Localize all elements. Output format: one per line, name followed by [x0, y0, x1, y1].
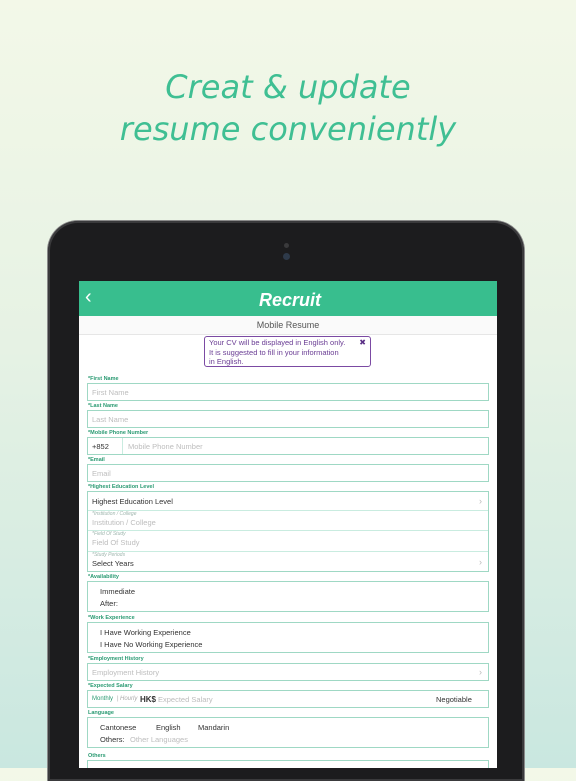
- education-group: Highest Education Level › *Institution /…: [87, 491, 489, 572]
- education-level-value[interactable]: Highest Education Level: [92, 497, 173, 506]
- phone-placeholder: Mobile Phone Number: [128, 442, 203, 451]
- headline: Creat & update resume conveniently: [0, 66, 576, 150]
- availability-group: Immediate After:: [87, 581, 489, 612]
- salary-monthly-option[interactable]: Monthly: [92, 696, 113, 702]
- first-name-placeholder: First Name: [92, 388, 129, 397]
- phone-divider: [122, 438, 123, 454]
- recruit-logo: Recruit: [259, 290, 322, 310]
- english-notice: Your CV will be displayed in English onl…: [204, 336, 371, 367]
- email-field[interactable]: Email: [87, 464, 489, 482]
- email-label: *Email: [88, 457, 105, 463]
- field-of-study-label: *Field Of Study: [92, 531, 126, 537]
- employment-history-label: *Employment History: [88, 656, 144, 662]
- camera-lens: [283, 253, 290, 260]
- expected-salary-field[interactable]: Monthly | Hourly HK$ Expected Salary Neg…: [87, 690, 489, 708]
- salary-currency: HK$: [140, 695, 157, 704]
- others-field[interactable]: [87, 760, 489, 768]
- work-experience-label: *Work Experience: [88, 615, 135, 621]
- study-period-label: *Study Periods: [92, 552, 126, 558]
- salary-hourly-option[interactable]: Hourly: [120, 696, 137, 702]
- close-icon[interactable]: ✖: [359, 338, 366, 348]
- salary-separator: |: [117, 696, 119, 702]
- phone-field[interactable]: +852 Mobile Phone Number: [87, 437, 489, 455]
- language-group: Cantonese English Mandarin Others: Other…: [87, 717, 489, 748]
- notice-text-1: Your CV will be displayed in English onl…: [209, 338, 346, 347]
- institution-input[interactable]: Institution / College: [92, 518, 156, 527]
- chevron-right-icon: ›: [479, 557, 482, 567]
- field-of-study-input[interactable]: Field Of Study: [92, 538, 140, 547]
- chevron-left-icon[interactable]: ‹: [85, 287, 92, 307]
- language-label: Language: [88, 710, 114, 716]
- nav-bar: ‹ Recruit: [79, 281, 497, 316]
- language-others-input[interactable]: Other Languages: [130, 735, 188, 744]
- availability-after[interactable]: After:: [100, 599, 118, 608]
- language-mandarin[interactable]: Mandarin: [198, 723, 229, 732]
- notice-text-2: It is suggested to fill in your informat…: [209, 347, 339, 357]
- education-divider-3: [88, 551, 488, 552]
- camera-sensor: [284, 243, 289, 248]
- institution-label: *Institution / College: [92, 511, 137, 517]
- employment-history-field[interactable]: Employment History ›: [87, 663, 489, 681]
- availability-label: *Availability: [88, 574, 119, 580]
- last-name-label: *Last Name: [88, 403, 118, 409]
- page-title: Mobile Resume: [79, 316, 497, 335]
- last-name-field[interactable]: Last Name: [87, 410, 489, 428]
- headline-line-1: Creat & update: [165, 68, 411, 106]
- language-english[interactable]: English: [156, 723, 181, 732]
- work-experience-no[interactable]: I Have No Working Experience: [100, 640, 202, 649]
- salary-placeholder: Expected Salary: [158, 695, 213, 704]
- first-name-label: *First Name: [88, 376, 119, 382]
- phone-label: *Mobile Phone Number: [88, 430, 149, 436]
- headline-line-2: resume conveniently: [119, 110, 457, 148]
- notice-text-3: in English.: [209, 357, 244, 366]
- education-divider-1: [88, 510, 488, 511]
- expected-salary-label: *Expected Salary: [88, 683, 133, 689]
- language-cantonese[interactable]: Cantonese: [100, 723, 136, 732]
- last-name-placeholder: Last Name: [92, 415, 129, 424]
- work-experience-yes[interactable]: I Have Working Experience: [100, 628, 191, 637]
- others-label: Others: [88, 753, 106, 759]
- email-placeholder: Email: [92, 469, 111, 478]
- salary-negotiable[interactable]: Negotiable: [436, 695, 472, 704]
- education-divider-2: [88, 530, 488, 531]
- education-label: *Highest Education Level: [88, 484, 155, 490]
- employment-history-placeholder: Employment History: [92, 668, 160, 677]
- work-experience-group: I Have Working Experience I Have No Work…: [87, 622, 489, 653]
- chevron-right-icon: ›: [479, 667, 482, 677]
- app-screen: ‹ Recruit Mobile Resume Your CV will be …: [79, 281, 497, 768]
- first-name-field[interactable]: First Name: [87, 383, 489, 401]
- study-period-select[interactable]: Select Years: [92, 559, 134, 568]
- language-others-label: Others:: [100, 735, 125, 744]
- availability-immediate[interactable]: Immediate: [100, 587, 135, 596]
- phone-prefix[interactable]: +852: [92, 442, 109, 451]
- chevron-right-icon: ›: [479, 496, 482, 506]
